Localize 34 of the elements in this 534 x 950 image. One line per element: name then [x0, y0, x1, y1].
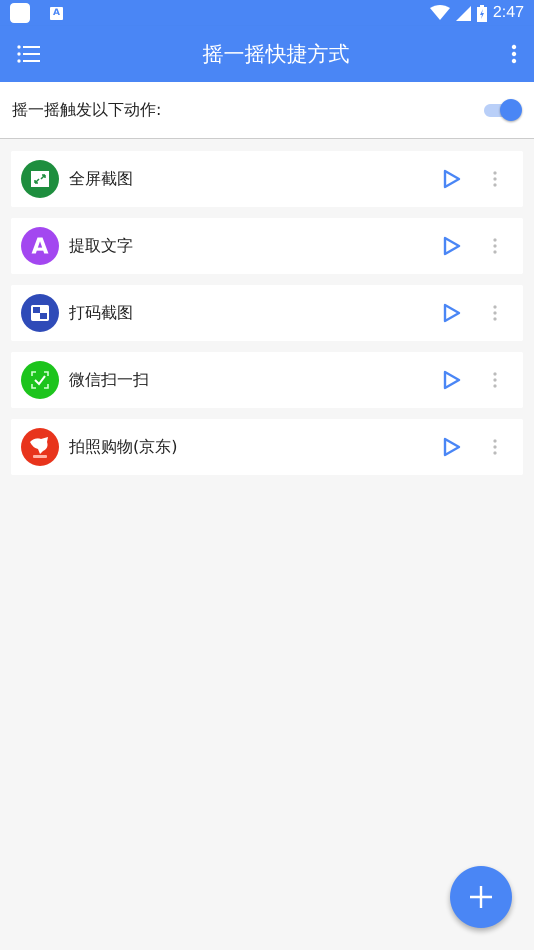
battery-icon [476, 4, 487, 22]
more-options-icon[interactable] [493, 439, 497, 455]
more-options-icon[interactable] [511, 44, 517, 64]
play-icon[interactable] [443, 303, 461, 323]
notification-badge: A [50, 6, 63, 20]
more-options-icon[interactable] [493, 305, 497, 321]
app-title: 摇一摇快捷方式 [202, 41, 350, 68]
action-label: 微信扫一扫 [69, 370, 150, 390]
action-card[interactable]: 拍照购物(京东) [11, 419, 523, 475]
play-icon[interactable] [443, 236, 461, 256]
wifi-icon [430, 5, 450, 21]
app-notification-icon [10, 3, 30, 23]
action-card[interactable]: 打码截图 [11, 285, 523, 341]
action-label: 提取文字 [69, 236, 134, 256]
more-options-icon[interactable] [493, 372, 497, 388]
action-label: 拍照购物(京东) [69, 436, 178, 458]
signal-icon [456, 6, 471, 20]
plus-icon [469, 885, 493, 909]
action-label: 打码截图 [69, 302, 134, 324]
action-card[interactable]: 全屏截图 [11, 151, 523, 207]
shake-toggle-label: 摇一摇触发以下动作: [12, 100, 162, 120]
play-icon[interactable] [443, 370, 461, 390]
more-options-icon[interactable] [493, 171, 497, 187]
more-options-icon[interactable] [493, 238, 497, 254]
play-icon[interactable] [443, 169, 461, 189]
letter-icon: A [21, 227, 59, 265]
shake-toggle[interactable] [482, 97, 522, 123]
action-card[interactable]: A 提取文字 [11, 218, 523, 274]
menu-icon[interactable] [17, 44, 41, 64]
play-icon[interactable] [443, 437, 461, 457]
clock: 2:47 [492, 4, 524, 22]
add-button[interactable] [450, 866, 512, 928]
action-label: 全屏截图 [69, 168, 134, 190]
action-card[interactable]: 微信扫一扫 [11, 352, 523, 408]
